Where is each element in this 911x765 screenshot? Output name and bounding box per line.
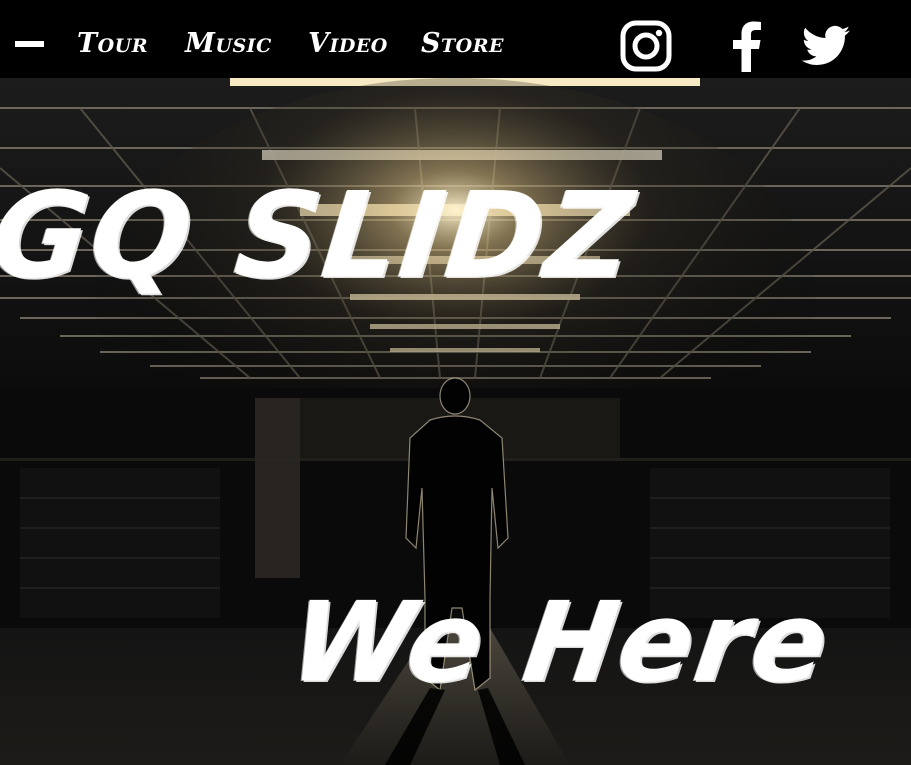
top-nav-bar: Tour Music Video Store xyxy=(0,0,911,78)
nav-link-video[interactable]: Video xyxy=(308,24,388,64)
instagram-icon[interactable] xyxy=(620,20,672,72)
hero-subtitle: We Here xyxy=(283,578,838,706)
nav-link-store[interactable]: Store xyxy=(421,24,504,64)
nav-link-music[interactable]: Music xyxy=(185,24,272,64)
twitter-icon[interactable] xyxy=(800,20,852,72)
nav-link-tour[interactable]: Tour xyxy=(77,24,148,64)
hero-title: GQ SLIDZ xyxy=(0,166,642,304)
facebook-icon[interactable] xyxy=(728,20,764,72)
menu-dash-icon[interactable] xyxy=(15,41,44,47)
page: Tour Music Video Store GQ SLIDZ We Here xyxy=(0,0,911,765)
